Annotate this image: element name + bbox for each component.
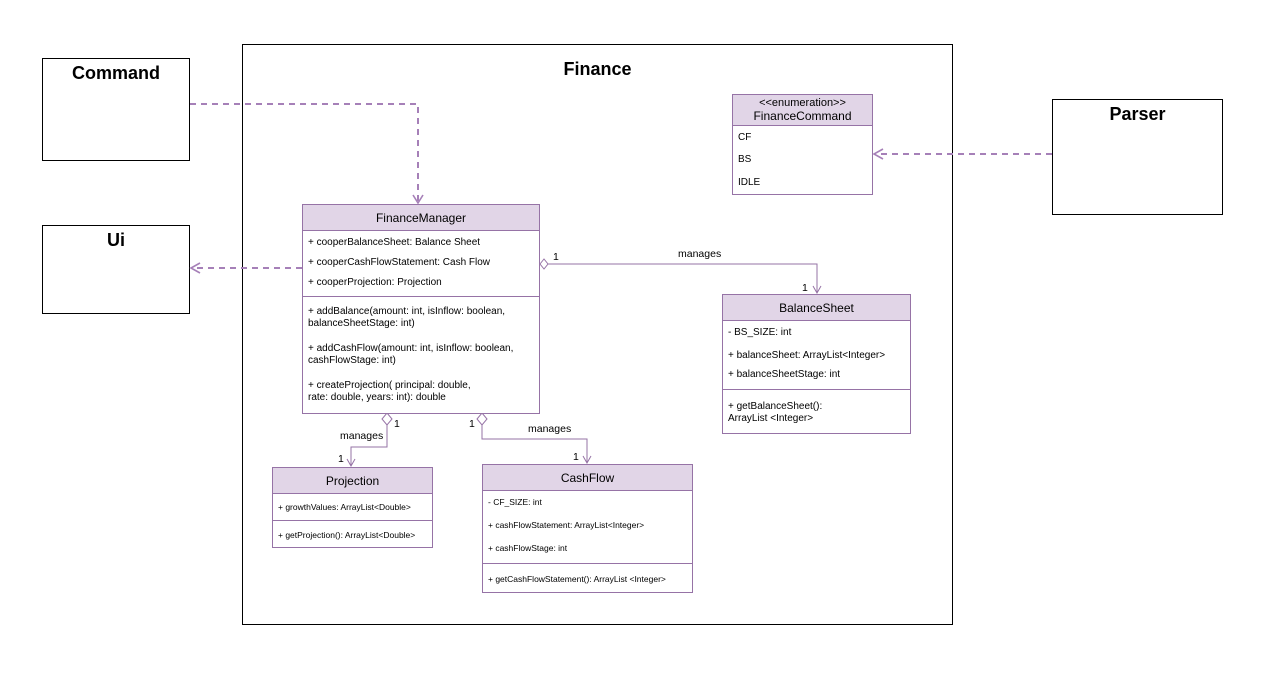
finance-manager-class[interactable]: FinanceManager + cooperBalanceSheet: Bal… [302,204,540,414]
class-header: Projection [273,468,432,494]
class-name: BalanceSheet [779,300,854,315]
balance-sheet-relation-label: manages [678,248,722,260]
attribute: - CF_SIZE: int [488,497,542,507]
attributes-section: - BS_SIZE: int + balanceSheet: ArrayList… [723,321,910,389]
methods-section: + addBalance(amount: int, isInflow: bool… [303,296,539,413]
attribute: + cooperBalanceSheet: Balance Sheet [308,237,481,248]
attribute: + balanceSheet: ArrayList<Integer> [728,350,886,361]
method: + createProjection( principal: double, r… [308,380,471,403]
class-header: CashFlow [483,465,692,491]
command-box[interactable]: Command [42,58,190,161]
enum-value: IDLE [738,177,761,188]
finance-command-enum[interactable]: <<enumeration>> FinanceCommand CF BS IDL… [732,94,873,195]
method: + getProjection(): ArrayList<Double> [278,530,416,540]
command-title: Command [71,63,160,83]
method: + getCashFlowStatement(): ArrayList <Int… [488,574,666,584]
attribute: + growthValues: ArrayList<Double> [278,502,411,512]
attributes-section: + growthValues: ArrayList<Double> [273,494,432,520]
methods-section: + getBalanceSheet(): ArrayList <Integer> [723,389,910,434]
methods-section: + getProjection(): ArrayList<Double> [273,520,432,548]
attribute: + balanceSheetStage: int [728,369,841,380]
cash-flow-target-multiplicity: 1 [573,451,579,463]
cash-flow-class[interactable]: CashFlow - CF_SIZE: int + cashFlowStatem… [482,464,693,593]
parser-title: Parser [1109,104,1166,124]
package-title: Finance [563,59,632,79]
enum-value: CF [738,132,752,143]
enum-value: BS [738,154,752,165]
projection-source-multiplicity: 1 [394,418,400,430]
projection-target-multiplicity: 1 [338,453,344,465]
methods-section: + getCashFlowStatement(): ArrayList <Int… [483,563,692,593]
class-header: <<enumeration>> FinanceCommand [733,95,872,126]
class-name: FinanceCommand [753,109,852,123]
balance-sheet-class[interactable]: BalanceSheet - BS_SIZE: int + balanceShe… [722,294,911,434]
method: + getBalanceSheet(): ArrayList <Integer> [728,401,823,424]
class-header: FinanceManager [303,205,539,231]
balance-sheet-source-multiplicity: 1 [553,251,559,263]
class-name: Projection [325,473,380,488]
attribute: + cooperProjection: Projection [308,277,442,288]
cash-flow-relation-label: manages [528,423,572,435]
projection-relation-label: manages [340,430,384,442]
ui-title: Ui [107,230,125,250]
method: + addCashFlow(amount: int, isInflow: boo… [308,343,514,366]
projection-class[interactable]: Projection + growthValues: ArrayList<Dou… [272,467,433,548]
attributes-section: + cooperBalanceSheet: Balance Sheet + co… [303,231,539,296]
balance-sheet-target-multiplicity: 1 [802,282,808,294]
attribute: + cooperCashFlowStatement: Cash Flow [308,257,491,268]
ui-box[interactable]: Ui [42,225,190,314]
attribute: + cashFlowStatement: ArrayList<Integer> [488,520,645,530]
class-header: BalanceSheet [723,295,910,321]
enum-values-section: CF BS IDLE [733,126,872,194]
parser-box[interactable]: Parser [1052,99,1223,215]
cash-flow-source-multiplicity: 1 [469,418,475,430]
attribute: - BS_SIZE: int [728,327,792,338]
class-name: FinanceManager [375,210,467,225]
attributes-section: - CF_SIZE: int + cashFlowStatement: Arra… [483,491,692,563]
method: + addBalance(amount: int, isInflow: bool… [308,306,506,329]
ui-arrowhead-icon [189,262,201,274]
class-name: CashFlow [560,470,615,485]
attribute: + cashFlowStage: int [488,543,568,553]
